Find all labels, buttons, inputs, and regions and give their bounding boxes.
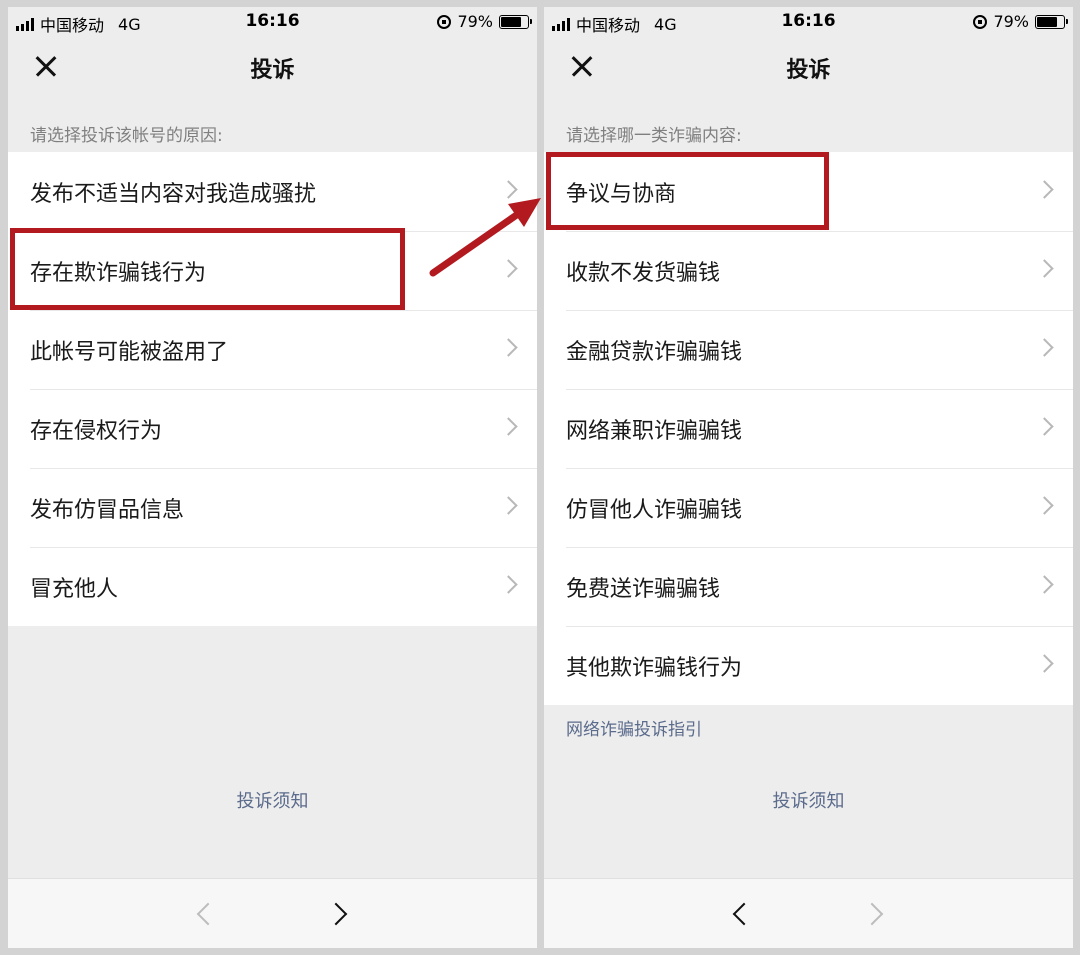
chevron-right-icon (499, 575, 518, 594)
chevron-right-icon (1035, 180, 1054, 199)
list-item-label: 冒充他人 (30, 577, 119, 602)
list-item-label: 发布不适当内容对我造成骚扰 (30, 182, 317, 207)
rotation-lock-icon (437, 14, 452, 29)
status-bar: 中国移动 4G 16:16 79% (544, 7, 1073, 37)
reason-item-stolen-account[interactable]: 此帐号可能被盗用了 (8, 310, 537, 389)
chevron-right-icon (499, 496, 518, 515)
nav-bar: 投诉 (8, 37, 537, 97)
chevron-right-icon (1035, 338, 1054, 357)
battery-icon (499, 14, 532, 29)
list-item-label: 仿冒他人诈骗骗钱 (566, 498, 743, 523)
chevron-right-icon (499, 417, 518, 436)
chevron-right-icon (499, 259, 518, 278)
forward-chevron-icon[interactable] (860, 902, 884, 926)
forward-chevron-icon[interactable] (324, 902, 348, 926)
chevron-right-icon (1035, 496, 1054, 515)
reason-item-counterfeit[interactable]: 发布仿冒品信息 (8, 468, 537, 547)
bottom-toolbar (544, 878, 1073, 948)
complaint-notice-link[interactable]: 投诉须知 (8, 787, 537, 813)
fraud-item-dispute[interactable]: 争议与协商 (544, 152, 1073, 231)
chevron-right-icon (1035, 654, 1054, 673)
nav-bar: 投诉 (544, 37, 1073, 97)
list-item-label: 存在侵权行为 (30, 419, 163, 444)
section-hint: 请选择哪一类诈骗内容: (566, 126, 742, 146)
page-title: 投诉 (250, 58, 295, 83)
battery-fill (501, 16, 522, 27)
fraud-item-no-delivery[interactable]: 收款不发货骗钱 (544, 231, 1073, 310)
back-chevron-icon[interactable] (732, 902, 756, 926)
fraud-item-part-time[interactable]: 网络兼职诈骗骗钱 (544, 389, 1073, 468)
phone-screen-right: 中国移动 4G 16:16 79% 投诉 请选择哪一类诈骗内容: 争议与协商 收… (544, 7, 1073, 948)
fraud-guide-link[interactable]: 网络诈骗投诉指引 (566, 715, 702, 740)
chevron-right-icon (1035, 259, 1054, 278)
list-item-label: 收款不发货骗钱 (566, 261, 721, 286)
list-item-label: 此帐号可能被盗用了 (30, 340, 229, 365)
list-item-label: 存在欺诈骗钱行为 (30, 261, 207, 286)
list-item-label: 金融贷款诈骗骗钱 (566, 340, 743, 365)
list-item-label: 其他欺诈骗钱行为 (566, 656, 743, 681)
chevron-right-icon (499, 338, 518, 357)
section-hint: 请选择投诉该帐号的原因: (30, 126, 223, 146)
list-item-label: 争议与协商 (566, 182, 677, 207)
page-title: 投诉 (786, 58, 831, 83)
chevron-right-icon (499, 180, 518, 199)
fraud-item-loan[interactable]: 金融贷款诈骗骗钱 (544, 310, 1073, 389)
rotation-lock-icon (973, 14, 988, 29)
phone-screen-left: 中国移动 4G 16:16 79% 投诉 请选择投诉该帐号的原因: 发布不适当内… (8, 7, 537, 948)
bottom-toolbar (8, 878, 537, 948)
complaint-notice-link[interactable]: 投诉须知 (544, 787, 1073, 813)
back-chevron-icon[interactable] (196, 902, 220, 926)
reason-item-impersonation[interactable]: 冒充他人 (8, 547, 537, 626)
fraud-item-free-gift[interactable]: 免费送诈骗骗钱 (544, 547, 1073, 626)
reason-item-fraud[interactable]: 存在欺诈骗钱行为 (8, 231, 537, 310)
fraud-item-other[interactable]: 其他欺诈骗钱行为 (544, 626, 1073, 705)
fraud-type-list: 争议与协商 收款不发货骗钱 金融贷款诈骗骗钱 网络兼职诈骗骗钱 仿冒他人诈骗骗钱… (544, 152, 1073, 705)
reason-item-harassment[interactable]: 发布不适当内容对我造成骚扰 (8, 152, 537, 231)
battery-icon (1035, 14, 1068, 29)
status-bar: 中国移动 4G 16:16 79% (8, 7, 537, 37)
battery-percent: 79% (457, 12, 493, 31)
list-item-label: 网络兼职诈骗骗钱 (566, 419, 743, 444)
list-item-label: 免费送诈骗骗钱 (566, 577, 721, 602)
fraud-item-impersonation[interactable]: 仿冒他人诈骗骗钱 (544, 468, 1073, 547)
reason-list: 发布不适当内容对我造成骚扰 存在欺诈骗钱行为 此帐号可能被盗用了 存在侵权行为 … (8, 152, 537, 626)
battery-percent: 79% (993, 12, 1029, 31)
chevron-right-icon (1035, 575, 1054, 594)
reason-item-infringement[interactable]: 存在侵权行为 (8, 389, 537, 468)
chevron-right-icon (1035, 417, 1054, 436)
list-item-label: 发布仿冒品信息 (30, 498, 185, 523)
battery-fill (1037, 16, 1058, 27)
